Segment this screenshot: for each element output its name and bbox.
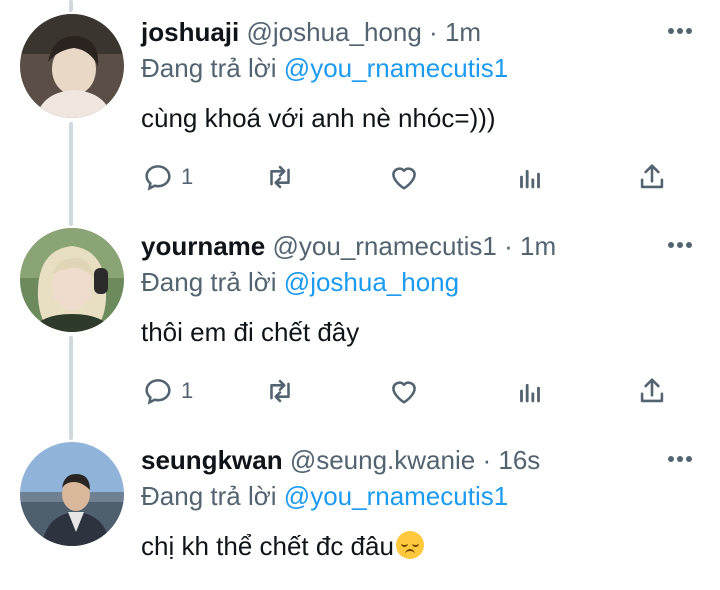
reply-button[interactable]: 1 [141,159,193,195]
reply-icon [145,165,171,191]
action-bar: 1 [141,159,681,195]
timestamp[interactable]: 1m [520,231,556,261]
avatar[interactable] [20,228,124,332]
replying-to-handle[interactable]: @joshua_hong [284,267,459,297]
disappointed-face-icon [395,531,424,559]
more-options-icon[interactable] [668,242,692,250]
analytics-button[interactable] [513,159,547,195]
tweet-text: chị kh thể chết đc đâu [141,528,424,564]
replying-to-label: Đang trả lời [141,481,277,511]
tweet-2[interactable]: yourname @you_rnamecutis1 · 1m Đang trả … [0,228,720,428]
retweet-button[interactable] [263,159,297,195]
replying-to-handle[interactable]: @you_rnamecutis1 [284,53,508,83]
action-bar: 1 [141,373,681,409]
timestamp[interactable]: 16s [498,445,540,475]
share-button[interactable] [635,159,669,195]
replying-to: Đang trả lời @you_rnamecutis1 [141,478,508,514]
separator-dot: · [429,17,438,47]
replying-to-label: Đang trả lời [141,53,277,83]
like-button[interactable] [387,373,421,409]
replying-to: Đang trả lời @joshua_hong [141,264,459,300]
tweet-1[interactable]: joshuaji @joshua_hong · 1m Đang trả lời … [0,14,720,214]
retweet-icon [270,165,290,189]
replying-to-label: Đang trả lời [141,267,277,297]
analytics-icon [520,383,540,403]
user-handle[interactable]: @you_rnamecutis1 [273,231,497,261]
retweet-icon [270,379,290,403]
share-icon [640,164,664,189]
heart-icon [392,167,416,190]
user-handle[interactable]: @joshua_hong [246,17,421,47]
retweet-button[interactable] [263,373,297,409]
avatar[interactable] [20,14,124,118]
replying-to: Đang trả lời @you_rnamecutis1 [141,50,508,86]
tweet-header: seungkwan @seung.kwanie · 16s [141,442,540,478]
analytics-icon [520,169,540,189]
tweet-text: cùng khoá với anh nè nhóc=))) [141,103,496,133]
like-button[interactable] [387,159,421,195]
share-icon [640,378,664,403]
more-options-icon[interactable] [668,456,692,464]
thread-line-1 [69,0,73,12]
reply-icon [145,379,171,405]
avatar[interactable] [20,442,124,546]
tweet-3[interactable]: seungkwan @seung.kwanie · 16s Đang trả l… [0,442,720,590]
more-options-icon[interactable] [668,28,692,36]
replying-to-handle[interactable]: @you_rnamecutis1 [284,481,508,511]
tweet-header: joshuaji @joshua_hong · 1m [141,14,481,50]
share-button[interactable] [635,373,669,409]
user-handle[interactable]: @seung.kwanie [290,445,475,475]
reply-count: 1 [181,378,194,403]
tweet-text: thôi em đi chết đây [141,317,360,347]
heart-icon [392,381,416,404]
separator-dot: · [482,445,492,475]
separator-dot: · [504,231,513,261]
tweet-header: yourname @you_rnamecutis1 · 1m [141,228,556,264]
display-name[interactable]: seungkwan [141,445,283,475]
reply-count: 1 [181,164,194,189]
tweet-text-content: chị kh thể chết đc đâu [141,531,394,561]
display-name[interactable]: yourname [141,231,265,261]
analytics-button[interactable] [513,373,547,409]
timestamp[interactable]: 1m [445,17,481,47]
display-name[interactable]: joshuaji [141,17,239,47]
reply-button[interactable]: 1 [141,373,193,409]
